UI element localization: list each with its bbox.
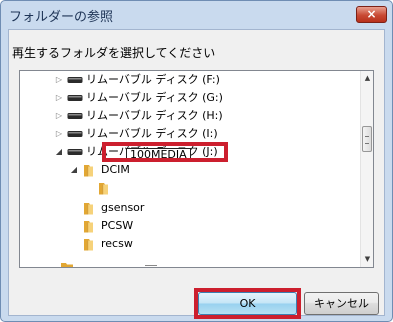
tree-item-recsw[interactable]: recsw [20, 235, 350, 253]
tree-item-label: リムーバブル ディスク (H:) [86, 109, 223, 122]
tree-item-drive-i[interactable]: ▷ リムーバブル ディスク (I:) [20, 125, 350, 143]
tree-item-label: DCIM [101, 163, 130, 176]
expand-arrow-icon[interactable]: ▷ [54, 125, 64, 143]
drive-icon [67, 77, 83, 83]
scroll-down-arrow-icon[interactable]: ▼ [361, 252, 373, 267]
drive-icon [67, 113, 83, 119]
dialog-body: 再生するフォルダを選択してください ▷ リムーバブル ディスク (F:) ▷ リ… [8, 29, 385, 319]
tree-item-100media[interactable] [20, 179, 350, 197]
tree-item-label: リムーバブル ディスク (I:) [86, 127, 218, 140]
scroll-up-arrow-icon[interactable]: ▲ [361, 71, 373, 86]
tree-item-label: recsw [101, 237, 133, 250]
truncated-item-fragment [145, 265, 157, 266]
highlight-box [194, 288, 301, 319]
tree-item-label: PCSW [101, 219, 134, 232]
tree-item-drive-f[interactable]: ▷ リムーバブル ディスク (F:) [20, 71, 350, 89]
folder-tree[interactable]: ▷ リムーバブル ディスク (F:) ▷ リムーバブル ディスク (G:) ▷ [19, 70, 374, 268]
drive-icon [67, 95, 83, 101]
dialog-title: フォルダーの参照 [9, 10, 114, 25]
folder-icon [84, 203, 93, 215]
folder-icon [84, 239, 93, 251]
folder-icon [84, 221, 93, 233]
tree-item-label: リムーバブル ディスク (G:) [86, 91, 223, 104]
dialog-prompt: 再生するフォルダを選択してください [12, 46, 216, 60]
scroll-thumb[interactable] [362, 126, 372, 152]
tree-item-drive-h[interactable]: ▷ リムーバブル ディスク (H:) [20, 107, 350, 125]
expand-arrow-icon[interactable]: ▷ [54, 71, 64, 89]
folder-icon [99, 183, 108, 195]
tree-item-pcsw[interactable]: PCSW [20, 217, 350, 235]
close-icon: × [366, 7, 377, 21]
tree-item-label: リムーバブル ディスク (F:) [86, 73, 220, 86]
drive-icon [67, 149, 83, 155]
vertical-scrollbar[interactable]: ▲ ▼ [360, 71, 373, 267]
collapse-arrow-icon[interactable]: ◢ [69, 161, 79, 179]
expand-arrow-icon[interactable]: ▷ [54, 89, 64, 107]
expand-arrow-icon[interactable]: ▷ [54, 107, 64, 125]
grip-icon [365, 136, 369, 144]
tree-item-drive-g[interactable]: ▷ リムーバブル ディスク (G:) [20, 89, 350, 107]
folder-icon [84, 165, 93, 177]
drive-icon [67, 131, 83, 137]
tree-item-label: gsensor [101, 201, 145, 214]
collapse-arrow-icon[interactable]: ◢ [54, 143, 64, 161]
dialog-window: フォルダーの参照 × 再生するフォルダを選択してください ▷ リムーバブル ディ… [0, 0, 393, 322]
folder-icon [61, 263, 73, 267]
cancel-button[interactable]: キャンセル [304, 292, 379, 315]
tree-item-dcim[interactable]: ◢ DCIM [20, 161, 350, 179]
highlight-box [102, 142, 228, 162]
tree-item-gsensor[interactable]: gsensor [20, 199, 350, 217]
close-button[interactable]: × [356, 6, 387, 23]
